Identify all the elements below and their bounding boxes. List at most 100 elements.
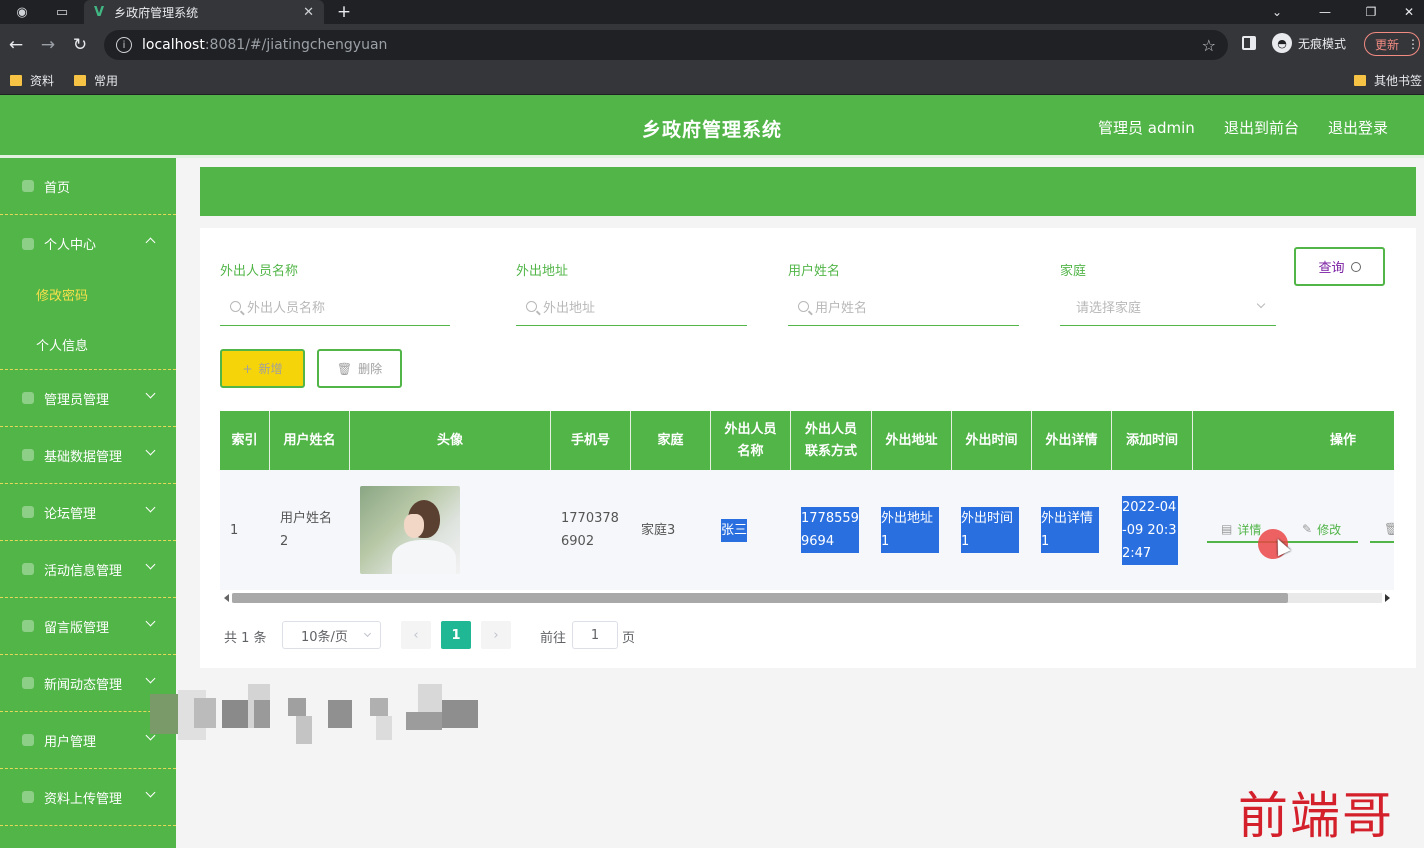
incognito-indicator[interactable]: ◓ 无痕模式 bbox=[1272, 33, 1346, 53]
col-out-name: 外出人员名称 bbox=[711, 411, 791, 470]
avatar[interactable] bbox=[360, 486, 460, 574]
edit-label: 修改 bbox=[1317, 522, 1342, 537]
minimize-icon[interactable]: — bbox=[1302, 0, 1348, 24]
search-icon bbox=[230, 301, 241, 312]
watermark: 前端哥 bbox=[1238, 787, 1394, 845]
page-size-select[interactable]: 10条/页 bbox=[282, 621, 381, 649]
page-number-current[interactable]: 1 bbox=[441, 621, 471, 649]
add-button[interactable]: + 新增 bbox=[220, 349, 305, 388]
bookmark-folder-changyong[interactable]: 常用 bbox=[74, 72, 118, 89]
sidebar-subitem-personal-info[interactable]: 个人信息 bbox=[0, 319, 176, 370]
forward-icon[interactable]: → bbox=[36, 33, 60, 57]
app-title: 乡政府管理系统 bbox=[641, 119, 782, 141]
delete-button[interactable]: 🗑 删除 bbox=[317, 349, 402, 388]
site-info-icon[interactable]: i bbox=[116, 37, 132, 53]
news-icon bbox=[22, 677, 34, 689]
address-bar[interactable]: i localhost:8081/#/jiatingchengyuan ☆ bbox=[104, 30, 1228, 60]
sidebar-item-activity[interactable]: 活动信息管理 bbox=[0, 541, 176, 598]
side-panel-icon[interactable] bbox=[1242, 36, 1256, 50]
col-out-address: 外出地址 bbox=[872, 411, 952, 470]
cell-out-address: 外出地址1 bbox=[872, 470, 952, 590]
sidebar-item-guestbook[interactable]: 留言版管理 bbox=[0, 598, 176, 655]
scroll-left-arrow-icon[interactable] bbox=[224, 594, 229, 602]
family-select[interactable]: 请选择家庭 bbox=[1060, 288, 1276, 326]
detail-label: 详情 bbox=[1237, 522, 1262, 537]
placeholder: 外出地址 bbox=[543, 301, 596, 316]
col-out-time: 外出时间 bbox=[952, 411, 1032, 470]
sidebar-item-personal-center[interactable]: 个人中心 bbox=[0, 215, 176, 272]
cell-added-time: 2022-04-09 20:32:47 bbox=[1112, 470, 1193, 590]
tab-close-icon[interactable]: ✕ bbox=[303, 5, 314, 20]
sidebar-subitem-change-password[interactable]: 修改密码 bbox=[0, 269, 176, 319]
sidebar-item-label: 用户管理 bbox=[44, 734, 97, 750]
bookmark-label: 常用 bbox=[94, 74, 119, 88]
globe-icon[interactable]: ◉ bbox=[8, 0, 36, 24]
bookmarks-bar: 资料 常用 其他书签 bbox=[0, 66, 1424, 95]
col-avatar: 头像 bbox=[350, 411, 551, 470]
row-delete-button[interactable]: 🗑 bbox=[1370, 517, 1394, 543]
chevron-down-icon bbox=[145, 559, 156, 570]
chevron-down-icon bbox=[145, 787, 156, 798]
bookmark-folder-ziliao[interactable]: 资料 bbox=[10, 72, 54, 89]
upload-icon bbox=[22, 791, 34, 803]
sidebar-item-admin-management[interactable]: 管理员管理 bbox=[0, 370, 176, 427]
out-name-input[interactable]: 外出人员名称 bbox=[220, 288, 450, 326]
logout-link[interactable]: 退出登录 bbox=[1328, 117, 1388, 138]
search-icon bbox=[798, 301, 809, 312]
activity-icon bbox=[22, 563, 34, 575]
reload-icon[interactable]: ↻ bbox=[68, 33, 92, 57]
sidebar-item-home[interactable]: 首页 bbox=[0, 158, 176, 215]
sidebar-item-forum[interactable]: 论坛管理 bbox=[0, 484, 176, 541]
edit-button[interactable]: ✎ 修改 bbox=[1288, 517, 1358, 543]
goto-page-input[interactable]: 1 bbox=[572, 621, 618, 649]
sidebar-item-upload[interactable]: 资料上传管理 bbox=[0, 769, 176, 826]
cell-user-name: 用户姓名2 bbox=[270, 470, 350, 590]
col-added-time: 添加时间 bbox=[1112, 411, 1193, 470]
restore-icon[interactable]: ❐ bbox=[1348, 0, 1394, 24]
bookmark-star-icon[interactable]: ☆ bbox=[1202, 36, 1216, 55]
sidebar: 首页 个人中心 修改密码 个人信息 管理员管理 基础数据管理 论坛管理 活动信息… bbox=[0, 158, 176, 848]
update-button[interactable]: 更新 ⋮ bbox=[1364, 32, 1420, 56]
prev-page-button[interactable]: ‹ bbox=[401, 621, 431, 649]
tab-list-icon[interactable]: ⌄ bbox=[1254, 0, 1300, 24]
col-out-detail: 外出详情 bbox=[1032, 411, 1112, 470]
col-operations: 操作 bbox=[1329, 432, 1356, 448]
filter-label-family: 家庭 bbox=[1060, 264, 1087, 279]
table-horizontal-scrollbar[interactable] bbox=[220, 590, 1394, 606]
menu-dots-icon: ⋮ bbox=[1407, 37, 1419, 51]
query-button[interactable]: 查询 bbox=[1294, 247, 1385, 286]
browser-tab-active[interactable]: V 乡政府管理系统 ✕ bbox=[84, 0, 324, 24]
other-bookmarks[interactable]: 其他书签 bbox=[1354, 72, 1422, 89]
cell-phone: 17703786902 bbox=[551, 470, 631, 590]
delete-label: 删除 bbox=[358, 362, 383, 376]
sidebar-item-base-data[interactable]: 基础数据管理 bbox=[0, 427, 176, 484]
table-header: 索引 用户姓名 头像 手机号 家庭 外出人员名称 外出人员联系方式 外出地址 外… bbox=[220, 411, 1394, 470]
table-row[interactable]: 1 用户姓名2 17703786902 家庭3 张三 17785599694 外… bbox=[220, 470, 1394, 590]
cell-avatar bbox=[350, 470, 551, 590]
cell-out-name: 张三 bbox=[711, 470, 791, 590]
window-close-icon[interactable]: ✕ bbox=[1394, 0, 1424, 24]
new-tab-icon[interactable]: + bbox=[332, 0, 356, 24]
sidebar-item-label: 基础数据管理 bbox=[44, 449, 123, 465]
tab-search-icon[interactable]: ▭ bbox=[48, 0, 76, 24]
database-icon bbox=[22, 449, 34, 461]
back-icon[interactable]: ← bbox=[4, 33, 28, 57]
cell-text: 外出时间1 bbox=[961, 507, 1019, 553]
folder-icon bbox=[10, 75, 22, 86]
cell-out-detail: 外出详情1 bbox=[1032, 470, 1112, 590]
placeholder: 用户姓名 bbox=[815, 301, 868, 316]
scroll-right-arrow-icon[interactable] bbox=[1385, 594, 1390, 602]
user-name-input[interactable]: 用户姓名 bbox=[788, 288, 1019, 326]
next-page-button[interactable]: › bbox=[481, 621, 511, 649]
chevron-down-icon bbox=[1256, 299, 1266, 309]
url-host: localhost bbox=[142, 37, 205, 53]
url-path: :8081/#/jiatingchengyuan bbox=[204, 37, 388, 53]
folder-icon bbox=[74, 75, 86, 86]
edit-icon: ✎ bbox=[1302, 522, 1313, 536]
trash-icon: 🗑 bbox=[336, 361, 353, 376]
exit-to-front-link[interactable]: 退出到前台 bbox=[1224, 117, 1299, 138]
update-label: 更新 bbox=[1375, 37, 1400, 52]
out-address-input[interactable]: 外出地址 bbox=[516, 288, 747, 326]
scroll-thumb[interactable] bbox=[232, 593, 1288, 603]
chevron-up-icon bbox=[145, 237, 156, 248]
